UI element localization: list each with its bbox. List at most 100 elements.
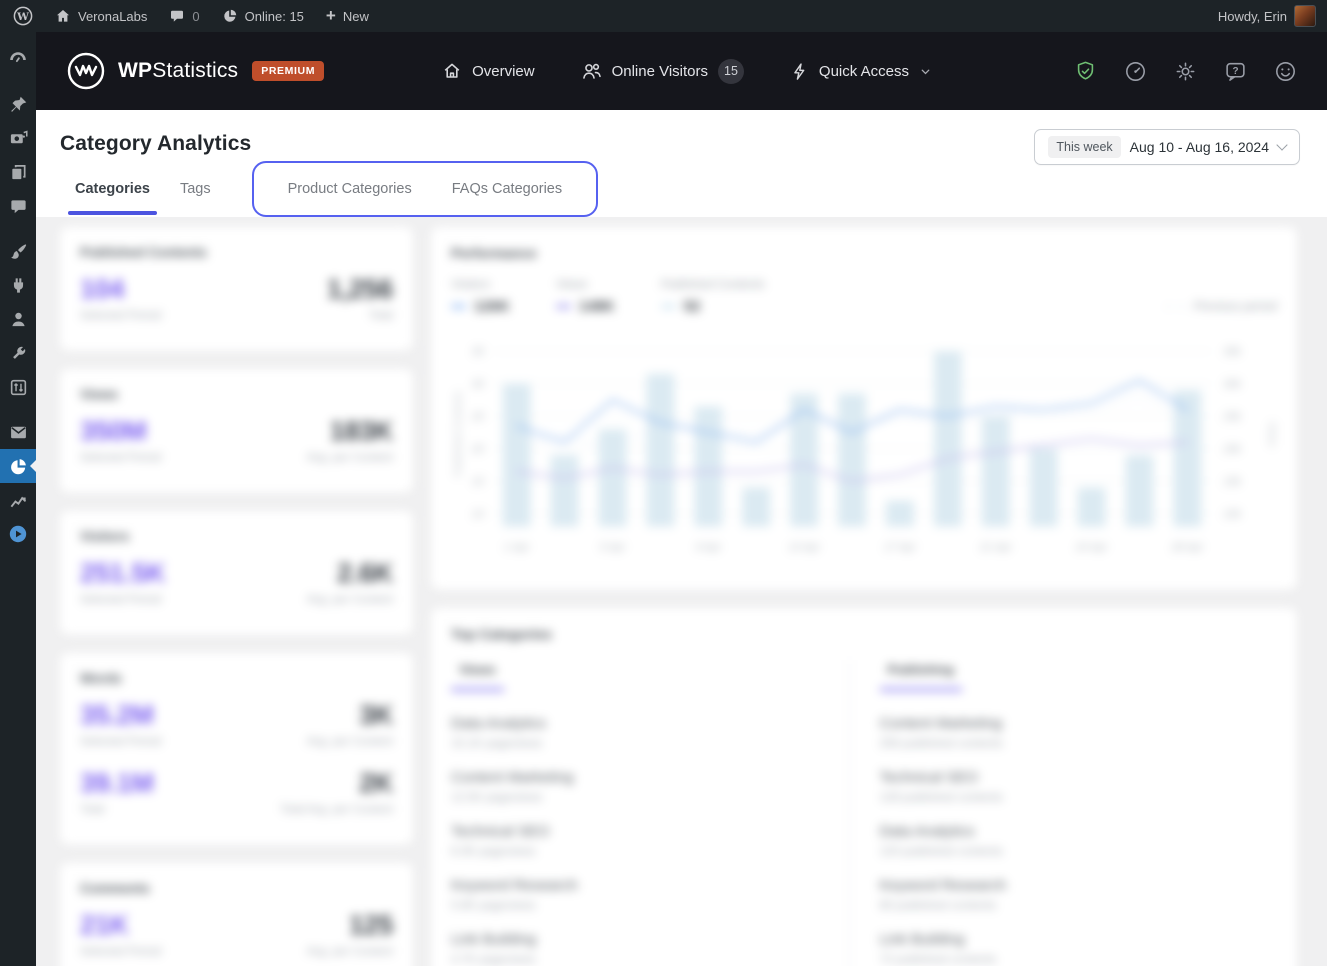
verified-shield-icon[interactable] — [1074, 60, 1097, 83]
tab-tags[interactable]: Tags — [165, 161, 226, 217]
tab-product-categories[interactable]: Product Categories — [268, 163, 432, 215]
category-name: Technical SEO — [879, 769, 978, 786]
legend-previous-period: - - Previous period — [1166, 299, 1277, 315]
wps-header-icons: ? — [1074, 60, 1297, 83]
sidebar-item-pages[interactable] — [0, 155, 36, 189]
visitors-icon — [582, 63, 601, 79]
svg-text:9 Apr: 9 Apr — [695, 541, 722, 553]
sidebar-item-users[interactable] — [0, 302, 36, 336]
category-list-item[interactable]: Data Analytics 15.1K pageviews — [451, 715, 825, 750]
category-name: Keyword Research — [879, 877, 1007, 894]
tab-views[interactable]: Views — [451, 660, 504, 691]
admin-bar-new[interactable]: + New — [315, 0, 380, 32]
sidebar-item-tools[interactable] — [0, 336, 36, 370]
legend-label: Views — [555, 277, 588, 291]
admin-bar-site-name[interactable]: VeronaLabs — [44, 0, 158, 32]
category-name: Keyword Research — [451, 877, 578, 894]
posts-pin-icon — [10, 96, 26, 112]
category-name: Data Analytics — [451, 715, 547, 732]
help-bubble-icon[interactable]: ? — [1224, 60, 1247, 83]
svg-text:15k: 15k — [1223, 476, 1241, 488]
nav-overview[interactable]: Overview — [442, 61, 535, 81]
metric-value: 3K — [359, 700, 393, 730]
sidebar-item-dashboard[interactable] — [0, 42, 36, 76]
sidebar-item-mail[interactable] — [0, 415, 36, 449]
sidebar-item-comments[interactable] — [0, 189, 36, 223]
admin-bar-online[interactable]: Online: 15 — [211, 0, 315, 32]
sidebar-item-analytics[interactable] — [0, 483, 36, 517]
category-list-item[interactable]: Content Marketing 256 published contents — [880, 715, 1254, 750]
admin-bar-account[interactable]: Howdy, Erin — [1207, 0, 1327, 32]
category-list-item[interactable]: Link Building 4.7K pageviews — [451, 931, 825, 966]
svg-text:28 Apr: 28 Apr — [1170, 541, 1204, 553]
pages-icon — [11, 164, 26, 179]
legend-dash — [660, 305, 676, 308]
dashboard-gauge-icon — [10, 52, 26, 63]
tools-wrench-icon — [12, 346, 25, 359]
sidebar-item-media[interactable] — [0, 121, 36, 155]
metric-value: 39.1M — [80, 768, 154, 798]
wp-statistics-logo-icon — [67, 52, 105, 90]
gauge-icon[interactable] — [1124, 60, 1147, 83]
sidebar-item-wp-statistics[interactable] — [0, 449, 36, 483]
sidebar-item-settings[interactable] — [0, 370, 36, 404]
card-published-contents: Published Contents 104 Selected Period 1,… — [60, 227, 413, 351]
play-circle-icon — [9, 525, 27, 543]
wordpress-admin-screen: W VeronaLabs 0 Online: 15 + New Howdy, E… — [0, 0, 1327, 966]
gear-icon[interactable] — [1174, 60, 1197, 83]
svg-text:13 Apr: 13 Apr — [788, 541, 821, 553]
category-list-item[interactable]: Keyword Research 5.6K pageviews — [451, 877, 825, 912]
feedback-smiley-icon[interactable] — [1274, 60, 1297, 83]
plus-icon: + — [325, 5, 336, 25]
nav-overview-label: Overview — [472, 62, 535, 80]
category-list-item[interactable]: Technical SEO 8.3K pageviews — [451, 823, 825, 858]
metrics-column: Published Contents 104 Selected Period 1,… — [60, 227, 413, 966]
svg-text:Views: Views — [1266, 421, 1277, 447]
category-list-item[interactable]: Link Building 72 published contents — [880, 931, 1254, 966]
sidebar-item-posts[interactable] — [0, 87, 36, 121]
metric-value: 2K — [359, 768, 393, 798]
comments-count: 0 — [192, 8, 200, 24]
category-meta: 72 published contents — [879, 952, 997, 966]
sidebar-item-play[interactable] — [0, 517, 36, 551]
date-preset-chip: This week — [1048, 136, 1121, 158]
performance-title: Performance — [451, 245, 537, 261]
category-list-item[interactable]: Data Analytics 120 published contents — [880, 823, 1254, 858]
settings-sliders-icon — [10, 379, 26, 395]
tab-publishing[interactable]: Publishing — [879, 660, 962, 691]
nav-online-visitors[interactable]: Online Visitors 15 — [581, 58, 744, 84]
wps-brand[interactable]: WPStatistics PREMIUM — [66, 51, 325, 91]
performance-chart-svg: 35 35k 30 30k 25 25k 20 20k 15 15k 10 10k 1 Apr 5 Apr… — [453, 346, 1277, 553]
comments-icon — [10, 199, 26, 213]
wp-logo-menu[interactable]: W — [0, 0, 44, 32]
category-list-item[interactable]: Content Marketing 12.5K pageviews — [451, 769, 825, 804]
performance-chart[interactable]: 35 35k 30 30k 25 25k 20 20k 15 15k 10 10k 1 Apr 5 Apr… — [451, 327, 1277, 561]
legend-views: Views 148K — [555, 277, 615, 315]
brand-name: WPStatistics — [118, 59, 238, 83]
category-meta: 4.7K pageviews — [451, 952, 536, 966]
admin-bar-comments[interactable]: 0 — [158, 0, 210, 32]
metric-label: Selected Period — [80, 452, 162, 464]
legend-value: 126K — [474, 298, 510, 315]
tab-faqs-categories[interactable]: FAQs Categories — [432, 163, 582, 215]
metric-value: 1,256 — [326, 274, 393, 304]
brand-statistics: Statistics — [152, 59, 239, 82]
legend-value: 148K — [578, 298, 615, 315]
tab-categories[interactable]: Categories — [60, 161, 165, 217]
svg-text:25: 25 — [471, 411, 485, 423]
legend-label: Visitors — [451, 277, 491, 291]
page-head: Category Analytics This week Aug 10 - Au… — [36, 110, 1327, 217]
wps-top-nav: Overview Online Visitors 15 Quick Access — [442, 58, 932, 84]
category-list-item[interactable]: Keyword Research 80 published contents — [880, 877, 1254, 912]
date-range-picker[interactable]: This week Aug 10 - Aug 16, 2024 — [1034, 129, 1300, 165]
premium-badge: PREMIUM — [252, 61, 325, 81]
online-count-label: Online: 15 — [244, 8, 304, 24]
category-list-item[interactable]: Technical SEO 128 published contents — [880, 769, 1254, 804]
svg-text:20k: 20k — [1222, 444, 1241, 456]
sidebar-item-plugins[interactable] — [0, 268, 36, 302]
nav-quick-access[interactable]: Quick Access — [790, 62, 932, 81]
card-title: Published Contents — [80, 245, 207, 260]
metric-label: Selected Period — [80, 310, 162, 322]
sidebar-item-appearance[interactable] — [0, 234, 36, 268]
wp-admin-bar: W VeronaLabs 0 Online: 15 + New Howdy, E… — [0, 0, 1327, 32]
